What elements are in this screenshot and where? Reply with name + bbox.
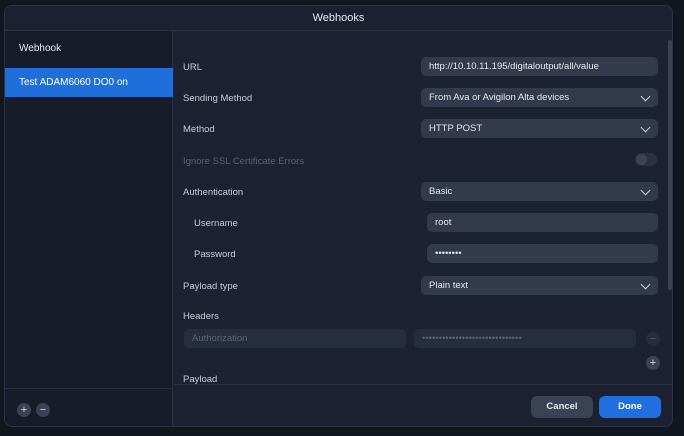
remove-header-button[interactable]: − bbox=[646, 332, 660, 346]
url-input[interactable]: http://10.10.11.195/digitaloutput/all/va… bbox=[421, 57, 658, 76]
password-input[interactable]: •••••••• bbox=[427, 244, 658, 263]
sidebar-footer: + − bbox=[5, 388, 172, 426]
webhook-sidebar: Webhook Test ADAM6060 DO0 on + − bbox=[5, 31, 173, 426]
sidebar-header: Webhook bbox=[19, 43, 62, 54]
password-label: Password bbox=[194, 249, 236, 260]
chevron-down-icon bbox=[640, 122, 651, 133]
webhook-form: URL http://10.10.11.195/digitaloutput/al… bbox=[174, 31, 672, 426]
remove-webhook-button[interactable]: − bbox=[36, 403, 50, 417]
username-label: Username bbox=[194, 218, 238, 229]
method-label: Method bbox=[183, 124, 215, 135]
done-label: Done bbox=[618, 401, 642, 412]
minus-icon: − bbox=[39, 404, 47, 416]
header-value-placeholder: •••••••••••••••••••••••••••••• bbox=[422, 333, 522, 344]
minus-icon: − bbox=[649, 333, 657, 345]
header-key-input[interactable]: Authorization bbox=[184, 329, 406, 348]
cancel-label: Cancel bbox=[546, 401, 578, 412]
method-select[interactable]: HTTP POST bbox=[421, 119, 658, 138]
toggle-knob bbox=[636, 154, 647, 165]
payload-type-label: Payload type bbox=[183, 281, 238, 292]
url-value: http://10.10.11.195/digitaloutput/all/va… bbox=[429, 61, 599, 72]
plus-icon: + bbox=[649, 357, 657, 369]
method-value: HTTP POST bbox=[429, 123, 483, 134]
chevron-down-icon bbox=[640, 279, 651, 290]
chevron-down-icon bbox=[640, 185, 651, 196]
payload-type-select[interactable]: Plain text bbox=[421, 276, 658, 295]
header-value-input[interactable]: •••••••••••••••••••••••••••••• bbox=[414, 329, 636, 348]
plus-icon: + bbox=[20, 404, 28, 416]
username-value: root bbox=[435, 217, 452, 228]
username-input[interactable]: root bbox=[427, 213, 658, 232]
url-label: URL bbox=[183, 62, 203, 73]
password-value: •••••••• bbox=[435, 248, 462, 259]
chevron-down-icon bbox=[640, 91, 651, 102]
cancel-button[interactable]: Cancel bbox=[531, 396, 593, 418]
dialog-title: Webhooks bbox=[5, 6, 672, 31]
authentication-select[interactable]: Basic bbox=[421, 182, 658, 201]
header-key-placeholder: Authorization bbox=[192, 333, 248, 344]
sending-method-label: Sending Method bbox=[183, 93, 253, 104]
dialog-footer: Cancel Done bbox=[174, 384, 672, 426]
payload-type-value: Plain text bbox=[429, 280, 469, 291]
ignore-ssl-label: Ignore SSL Certificate Errors bbox=[183, 156, 305, 167]
form-scrollbar[interactable] bbox=[668, 40, 672, 290]
authentication-label: Authentication bbox=[183, 187, 244, 198]
authentication-value: Basic bbox=[429, 186, 453, 197]
headers-label: Headers bbox=[183, 311, 219, 322]
done-button[interactable]: Done bbox=[599, 396, 661, 418]
ignore-ssl-toggle[interactable] bbox=[635, 153, 657, 166]
sidebar-item-test-adam6060[interactable]: Test ADAM6060 DO0 on bbox=[5, 68, 173, 97]
add-header-button[interactable]: + bbox=[646, 356, 660, 370]
sending-method-value: From Ava or Avigilon Alta devices bbox=[429, 92, 570, 103]
sending-method-select[interactable]: From Ava or Avigilon Alta devices bbox=[421, 88, 658, 107]
webhooks-dialog: Webhooks Webhook Test ADAM6060 DO0 on + … bbox=[4, 5, 673, 427]
sidebar-item-label: Test ADAM6060 DO0 on bbox=[19, 77, 128, 88]
add-webhook-button[interactable]: + bbox=[17, 403, 31, 417]
